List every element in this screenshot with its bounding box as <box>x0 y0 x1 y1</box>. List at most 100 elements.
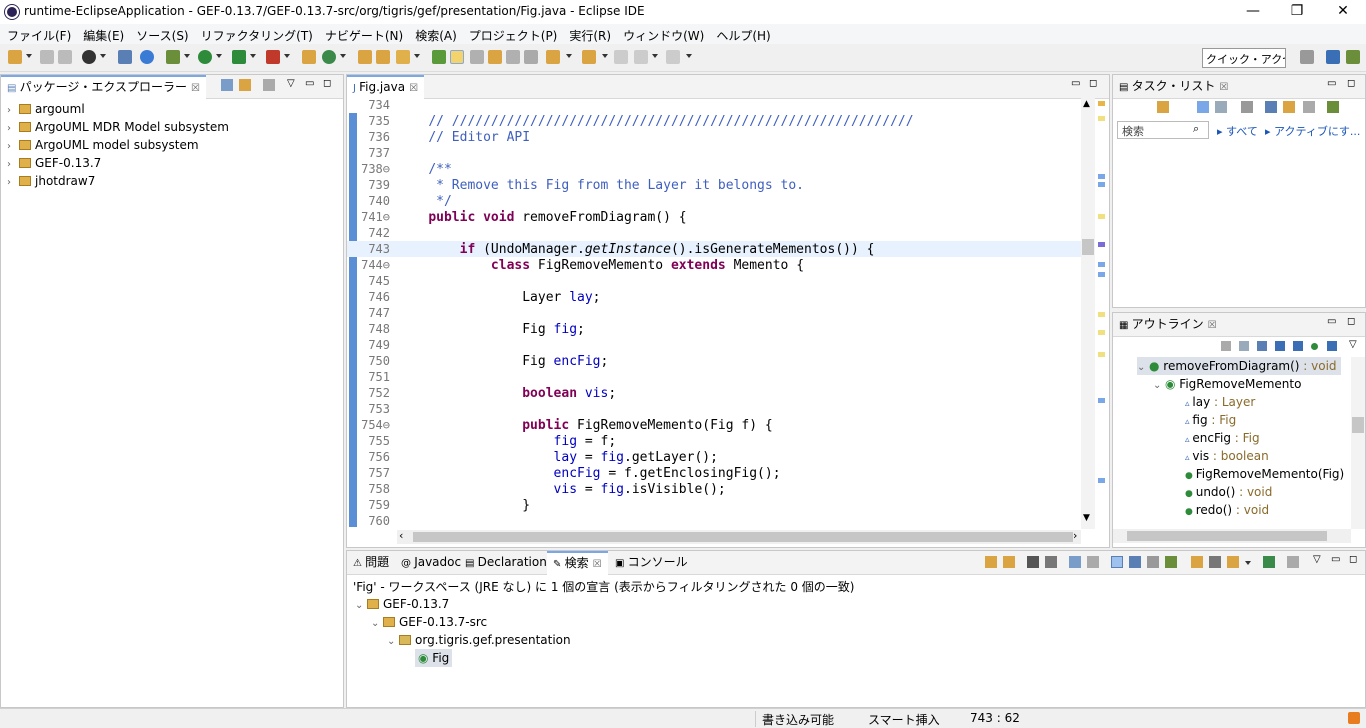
view-menu-icon[interactable] <box>263 79 275 91</box>
occurrence-marker-icon[interactable] <box>1098 116 1105 121</box>
close-icon[interactable]: ☒ <box>593 559 602 570</box>
maximize-view-icon[interactable]: ◻ <box>1347 78 1355 89</box>
tab-outline[interactable]: ▦ アウトライン ☒ <box>1113 313 1223 337</box>
code-line[interactable]: 754⊖ public FigRemoveMemento(Fig f) { <box>347 417 1081 433</box>
close-icon[interactable]: ☒ <box>1219 82 1228 93</box>
new-class-dropdown-icon[interactable] <box>340 54 346 58</box>
show-whitespace-icon[interactable] <box>506 50 520 64</box>
code-area[interactable]: 734 735 // //////////////////////////////… <box>347 97 1083 529</box>
debug-target-icon[interactable] <box>140 50 154 64</box>
search-tree-class[interactable]: ◉ Fig <box>415 649 453 667</box>
open-perspective-icon[interactable] <box>1300 50 1314 64</box>
close-button[interactable]: ✕ <box>1320 0 1366 24</box>
expand-all-icon[interactable] <box>1069 556 1081 568</box>
code-line[interactable]: 739 * Remove this Fig from the Layer it … <box>347 177 1081 193</box>
tab-task-list[interactable]: ▤ タスク・リスト ☒ <box>1113 75 1234 99</box>
new-task-icon[interactable] <box>1157 101 1169 113</box>
horizontal-scrollbar[interactable]: ‹ › <box>397 529 1081 544</box>
occurrence-marker-icon[interactable] <box>1098 330 1105 335</box>
search-history-icon[interactable] <box>1227 556 1239 568</box>
external-tools-dropdown-icon[interactable] <box>284 54 290 58</box>
filter-icon[interactable] <box>1165 556 1177 568</box>
code-line[interactable]: 744⊖ class FigRemoveMemento extends Meme… <box>347 257 1081 273</box>
code-line[interactable]: 746 Layer lay; <box>347 289 1081 305</box>
code-line[interactable]: 735 // /////////////////////////////////… <box>347 113 1081 129</box>
remove-all-icon[interactable] <box>1045 556 1057 568</box>
forward-icon[interactable] <box>666 50 680 64</box>
forward-dropdown-icon[interactable] <box>686 54 692 58</box>
hide-completed-icon[interactable] <box>1265 101 1277 113</box>
code-line[interactable]: 751 <box>347 369 1081 385</box>
show-as-list-icon[interactable] <box>1129 556 1141 568</box>
code-line[interactable]: 750 Fig encFig; <box>347 353 1081 369</box>
code-line[interactable]: 753 <box>347 401 1081 417</box>
code-line[interactable]: 738⊖ /** <box>347 161 1081 177</box>
scroll-right-icon[interactable]: › <box>1073 529 1077 542</box>
menu-window[interactable]: ウィンドウ(W) <box>616 24 709 44</box>
coverage-icon[interactable] <box>232 50 246 64</box>
outline-item-method[interactable]: ⌄ ● removeFromDiagram() : void <box>1137 357 1341 375</box>
maximize-view-icon[interactable]: ◻ <box>1349 554 1357 565</box>
minimize-view-icon[interactable]: ▭ <box>1331 554 1340 565</box>
open-task-icon[interactable] <box>376 50 390 64</box>
search-tree-package[interactable]: ⌄ org.tigris.gef.presentation <box>387 631 571 649</box>
minimize-view-icon[interactable]: ▭ <box>1071 78 1080 89</box>
occurrence-marker-icon[interactable] <box>1098 214 1105 219</box>
paragraph-icon[interactable] <box>524 50 538 64</box>
code-line[interactable]: 760 <box>347 513 1081 529</box>
code-line[interactable]: 745 <box>347 273 1081 289</box>
scroll-left-icon[interactable]: ‹ <box>399 529 403 542</box>
scroll-down-icon[interactable]: ▼ <box>1083 513 1090 523</box>
collapse-all-icon[interactable] <box>221 79 233 91</box>
hide-nonpublic-icon[interactable] <box>1293 341 1303 351</box>
scrollbar-thumb[interactable] <box>1082 239 1094 255</box>
new-java-class-icon[interactable] <box>322 50 336 64</box>
scroll-up-icon[interactable]: ▲ <box>1083 99 1090 109</box>
outline-item-field[interactable]: ▵ lay : Layer <box>1185 393 1255 411</box>
search-icon[interactable]: ⌕ <box>1193 122 1199 136</box>
outline-item-field[interactable]: ▵ vis : boolean <box>1185 447 1269 465</box>
menu-help[interactable]: ヘルプ(H) <box>709 24 775 44</box>
previous-match-icon[interactable] <box>1003 556 1015 568</box>
menu-source[interactable]: ソース(S) <box>129 24 193 44</box>
occurrence-marker-icon[interactable] <box>1098 272 1105 277</box>
code-line[interactable]: 752 boolean vis; <box>347 385 1081 401</box>
maximize-view-icon[interactable]: ◻ <box>1347 316 1355 327</box>
chevron-right-icon[interactable]: › <box>7 174 19 192</box>
save-icon[interactable] <box>40 50 54 64</box>
tree-item-project[interactable]: › GEF-0.13.7 <box>7 154 337 172</box>
outline-item-method[interactable]: ● undo() : void <box>1185 483 1272 501</box>
chevron-down-icon[interactable]: ⌄ <box>355 597 367 615</box>
new-dropdown-icon[interactable] <box>26 54 32 58</box>
chevron-down-icon[interactable]: ⌄ <box>1153 377 1165 395</box>
remove-match-icon[interactable] <box>1027 556 1039 568</box>
close-icon[interactable]: ☒ <box>409 83 418 94</box>
task-repositories-icon[interactable] <box>1327 101 1339 113</box>
activate-link[interactable]: ▸ アクティブにす... <box>1265 123 1360 139</box>
view-menu-chevron-icon[interactable]: ▽ <box>1349 339 1357 350</box>
run-dropdown-icon[interactable] <box>216 54 222 58</box>
next-match-icon[interactable] <box>985 556 997 568</box>
sort-icon[interactable] <box>1239 341 1249 351</box>
scheduled-icon[interactable] <box>1215 101 1227 113</box>
menu-navigate[interactable]: ナビゲート(N) <box>318 24 408 44</box>
outline-vertical-scrollbar[interactable] <box>1351 357 1365 529</box>
back-icon[interactable] <box>634 50 648 64</box>
synchronize-icon[interactable] <box>1283 101 1295 113</box>
toggle-breadcrumb-icon[interactable] <box>488 50 502 64</box>
chevron-down-icon[interactable]: ⌄ <box>371 615 383 633</box>
tree-item-project[interactable]: › ArgoUML model subsystem <box>7 136 337 154</box>
save-all-icon[interactable] <box>58 50 72 64</box>
collapse-all-icon[interactable] <box>1221 341 1231 351</box>
code-line[interactable]: 758 vis = fig.isVisible(); <box>347 481 1081 497</box>
outline-horizontal-scrollbar[interactable] <box>1113 529 1351 543</box>
menu-search[interactable]: 検索(A) <box>408 24 462 44</box>
quick-access-input[interactable]: クイック・アクセス <box>1202 48 1286 68</box>
perspective-icon[interactable] <box>82 50 96 64</box>
search-tree-project[interactable]: ⌄ GEF-0.13.7 <box>355 595 449 613</box>
group-by-icon[interactable] <box>1147 556 1159 568</box>
occurrence-marker-icon[interactable] <box>1098 352 1105 357</box>
tab-package-explorer[interactable]: ▤ パッケージ・エクスプローラー ☒ <box>1 75 207 99</box>
next-annotation-icon[interactable] <box>546 50 560 64</box>
close-icon[interactable]: ☒ <box>1208 320 1217 331</box>
